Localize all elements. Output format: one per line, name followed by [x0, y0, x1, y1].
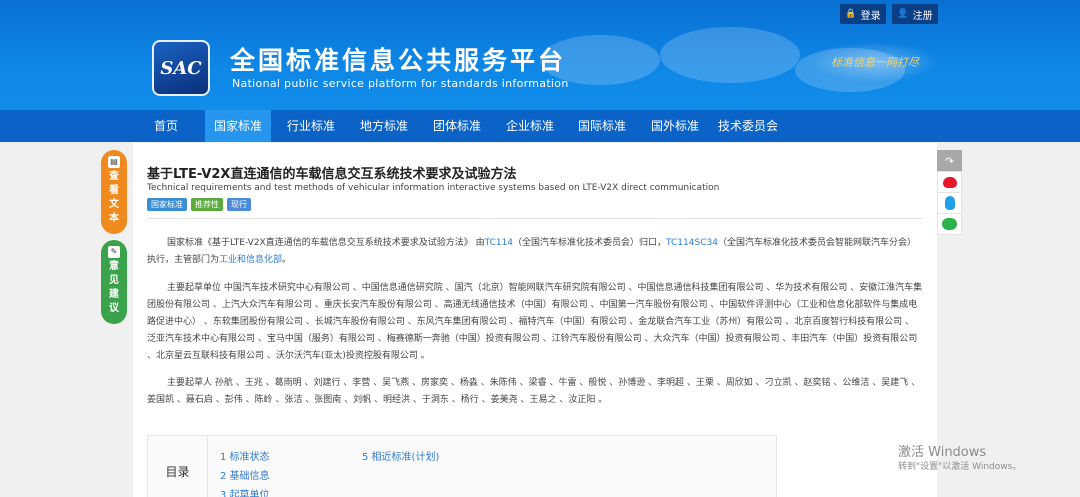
tag-recommended: 推荐性	[191, 198, 223, 211]
divider	[147, 218, 923, 219]
tc114sc34-link[interactable]: TC114SC34	[666, 238, 718, 248]
toc-item-drafting-units[interactable]: 3 起草单位	[220, 486, 270, 497]
tc114-link[interactable]: TC114	[485, 238, 513, 248]
nav-item-foreign-standard[interactable]: 国外标准	[642, 110, 708, 142]
tag-current: 现行	[227, 198, 251, 211]
tag-national-standard: 国家标准	[147, 198, 187, 211]
user-icon: 👤	[897, 9, 909, 19]
edit-icon: ✎	[108, 246, 120, 258]
logo-text: SAC	[160, 57, 202, 79]
drafters: 主要起草人 孙航 、王兆 、葛雨明 、刘建行 、李营 、吴飞燕 、房家奕 、杨淼…	[147, 378, 921, 405]
login-button[interactable]: 🔒 登录	[840, 4, 886, 24]
standard-summary: 国家标准《基于LTE-V2X直连通信的车载信息交互系统技术要求及试验方法》 由T…	[147, 235, 923, 269]
nav-item-home[interactable]: 首页	[133, 110, 199, 142]
weibo-icon	[942, 176, 957, 188]
summary-text: 。	[282, 255, 292, 265]
register-label: 注册	[912, 10, 933, 22]
share-qq-button[interactable]	[937, 192, 962, 214]
toc-label: 目录	[148, 436, 208, 497]
summary-text: （全国汽车标准化技术委员会）归口，	[513, 238, 667, 248]
nav-item-local-standard[interactable]: 地方标准	[351, 110, 417, 142]
suggestion-button[interactable]: ✎ 意见建议	[101, 240, 127, 324]
lock-icon: 🔒	[845, 9, 857, 19]
nav-item-group-standard[interactable]: 团体标准	[424, 110, 490, 142]
nav-item-international-standard[interactable]: 国际标准	[569, 110, 635, 142]
nav-item-industry-standard[interactable]: 行业标准	[278, 110, 344, 142]
nav-item-national-standard[interactable]: 国家标准	[205, 110, 271, 142]
register-button[interactable]: 👤 注册	[892, 4, 938, 24]
table-of-contents: 目录 1 标准状态 2 基础信息 3 起草单位 5 相近标准(计划)	[147, 435, 777, 497]
status-tags: 国家标准 推荐性 现行	[147, 198, 251, 211]
toc-item-basic-info[interactable]: 2 基础信息	[220, 467, 270, 482]
windows-activation-title: 激活 Windows	[898, 445, 987, 460]
standard-detail-panel: 基于LTE-V2X直连通信的车载信息交互系统技术要求及试验方法 Technica…	[133, 143, 937, 497]
main-nav: 首页 国家标准 行业标准 地方标准 团体标准 企业标准 国际标准 国外标准 技术…	[0, 110, 1080, 142]
nav-item-technical-committee[interactable]: 技术委员会	[712, 110, 784, 142]
share-wechat-button[interactable]	[937, 213, 962, 235]
site-subtitle: National public service platform for sta…	[232, 77, 569, 90]
windows-activation-subtitle: 转到"设置"以激活 Windows。	[898, 462, 1022, 472]
qq-icon	[944, 196, 955, 210]
nav-item-enterprise-standard[interactable]: 企业标准	[497, 110, 563, 142]
standard-title-en: Technical requirements and test methods …	[147, 183, 720, 193]
suggestion-label: 意见建议	[109, 261, 119, 314]
slogan: 标准信息一网打尽	[810, 42, 940, 82]
department-link[interactable]: 工业和信息化部	[219, 255, 282, 265]
wechat-icon	[942, 218, 957, 230]
standard-title: 基于LTE-V2X直连通信的车载信息交互系统技术要求及试验方法	[147, 167, 517, 182]
drafting-units: 主要起草单位 中国汽车技术研究中心有限公司 、中国信息通信研究院 、国汽（北京）…	[147, 283, 923, 361]
login-label: 登录	[860, 10, 881, 22]
share-toggle-button[interactable]: ↷	[937, 150, 962, 172]
share-icon: ↷	[944, 154, 955, 168]
view-text-button[interactable]: ▤ 查看文本	[101, 150, 127, 234]
document-icon: ▤	[108, 156, 120, 168]
share-weibo-button[interactable]	[937, 171, 962, 193]
toc-item-status[interactable]: 1 标准状态	[220, 448, 270, 463]
summary-text: 国家标准《基于LTE-V2X直连通信的车载信息交互系统技术要求及试验方法》 由	[167, 238, 485, 248]
slogan-text: 标准信息一网打尽	[831, 56, 919, 69]
site-header: 🔒 登录 👤 注册 SAC 全国标准信息公共服务平台 National publ…	[0, 0, 1080, 142]
site-title: 全国标准信息公共服务平台	[230, 46, 567, 75]
view-text-label: 查看文本	[109, 171, 119, 224]
toc-item-similar-standards[interactable]: 5 相近标准(计划)	[362, 448, 439, 463]
sac-logo[interactable]: SAC	[152, 40, 210, 96]
